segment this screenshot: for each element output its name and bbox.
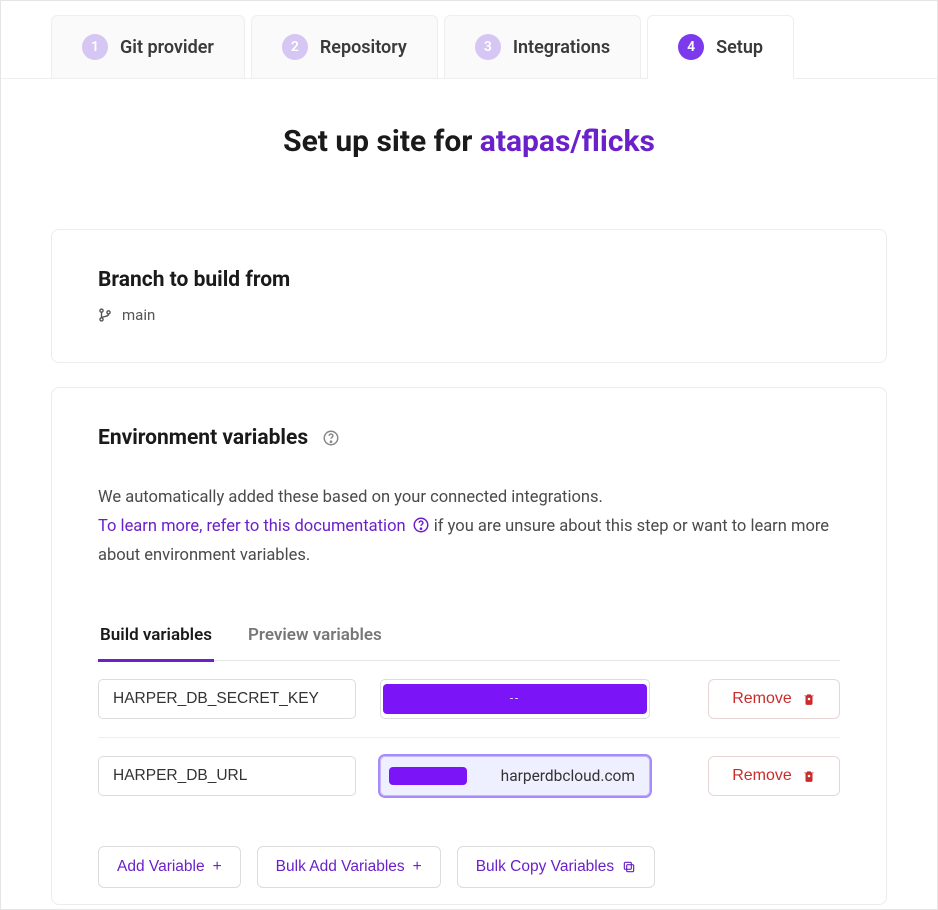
page-title-repo: atapas/flicks [480, 124, 655, 159]
step-number: 1 [82, 34, 108, 60]
help-icon [412, 516, 430, 534]
step-label: Git provider [120, 37, 214, 58]
copy-icon [622, 860, 636, 874]
remove-label: Remove [732, 690, 792, 708]
redacted-overlay [383, 684, 647, 714]
env-vars-card: Environment variables We automatically a… [51, 387, 887, 905]
redacted-overlay [389, 767, 467, 785]
step-number: 2 [282, 34, 308, 60]
plus-icon: + [413, 858, 422, 876]
env-var-row: Remove [98, 661, 840, 738]
bulk-add-variables-button[interactable]: Bulk Add Variables + [257, 846, 441, 888]
env-card-title-text: Environment variables [98, 426, 308, 450]
env-tabs: Build variables Preview variables [98, 615, 840, 661]
env-var-key-input[interactable] [98, 679, 356, 719]
step-label: Repository [320, 37, 407, 58]
env-card-title: Environment variables [98, 426, 840, 450]
step-setup[interactable]: 4 Setup [647, 15, 794, 79]
step-label: Setup [716, 37, 763, 58]
step-integrations[interactable]: 3 Integrations [444, 15, 641, 78]
step-label: Integrations [513, 37, 610, 58]
remove-var-button[interactable]: Remove [708, 756, 840, 796]
trash-icon [802, 769, 816, 783]
help-icon[interactable] [322, 429, 340, 447]
trash-icon [802, 692, 816, 706]
env-var-value-input[interactable] [380, 679, 650, 719]
tab-preview-variables[interactable]: Preview variables [246, 615, 384, 662]
git-branch-icon [98, 308, 112, 322]
plus-icon: + [213, 858, 222, 876]
step-git-provider[interactable]: 1 Git provider [51, 15, 245, 78]
page-title: Set up site for atapas/flicks [1, 124, 937, 159]
page-title-prefix: Set up site for [283, 124, 480, 159]
env-var-value-input[interactable]: harperdbcloud.com [380, 756, 650, 796]
wizard-stepper: 1 Git provider 2 Repository 3 Integratio… [1, 1, 937, 79]
env-help-text: We automatically added these based on yo… [98, 484, 840, 571]
env-var-row: harperdbcloud.com Remove [98, 738, 840, 814]
docs-link-text: To learn more, refer to this documentati… [98, 517, 406, 536]
remove-label: Remove [732, 767, 792, 785]
bulk-copy-label: Bulk Copy Variables [476, 858, 614, 876]
branch-card-title: Branch to build from [98, 268, 840, 292]
branch-card: Branch to build from main [51, 229, 887, 363]
env-var-key-input[interactable] [98, 756, 356, 796]
add-variable-label: Add Variable [117, 858, 205, 876]
step-number: 3 [475, 34, 501, 60]
remove-var-button[interactable]: Remove [708, 679, 840, 719]
branch-name: main [122, 306, 155, 324]
bulk-add-label: Bulk Add Variables [276, 858, 405, 876]
bulk-copy-variables-button[interactable]: Bulk Copy Variables [457, 846, 655, 888]
step-repository[interactable]: 2 Repository [251, 15, 438, 78]
env-intro: We automatically added these based on yo… [98, 488, 603, 507]
add-variable-button[interactable]: Add Variable + [98, 846, 241, 888]
docs-link[interactable]: To learn more, refer to this documentati… [98, 517, 434, 536]
tab-build-variables[interactable]: Build variables [98, 615, 214, 662]
env-var-value-text: harperdbcloud.com [501, 767, 635, 785]
step-number: 4 [678, 34, 704, 60]
branch-row[interactable]: main [98, 306, 840, 324]
env-actions: Add Variable + Bulk Add Variables + Bulk… [98, 846, 840, 888]
